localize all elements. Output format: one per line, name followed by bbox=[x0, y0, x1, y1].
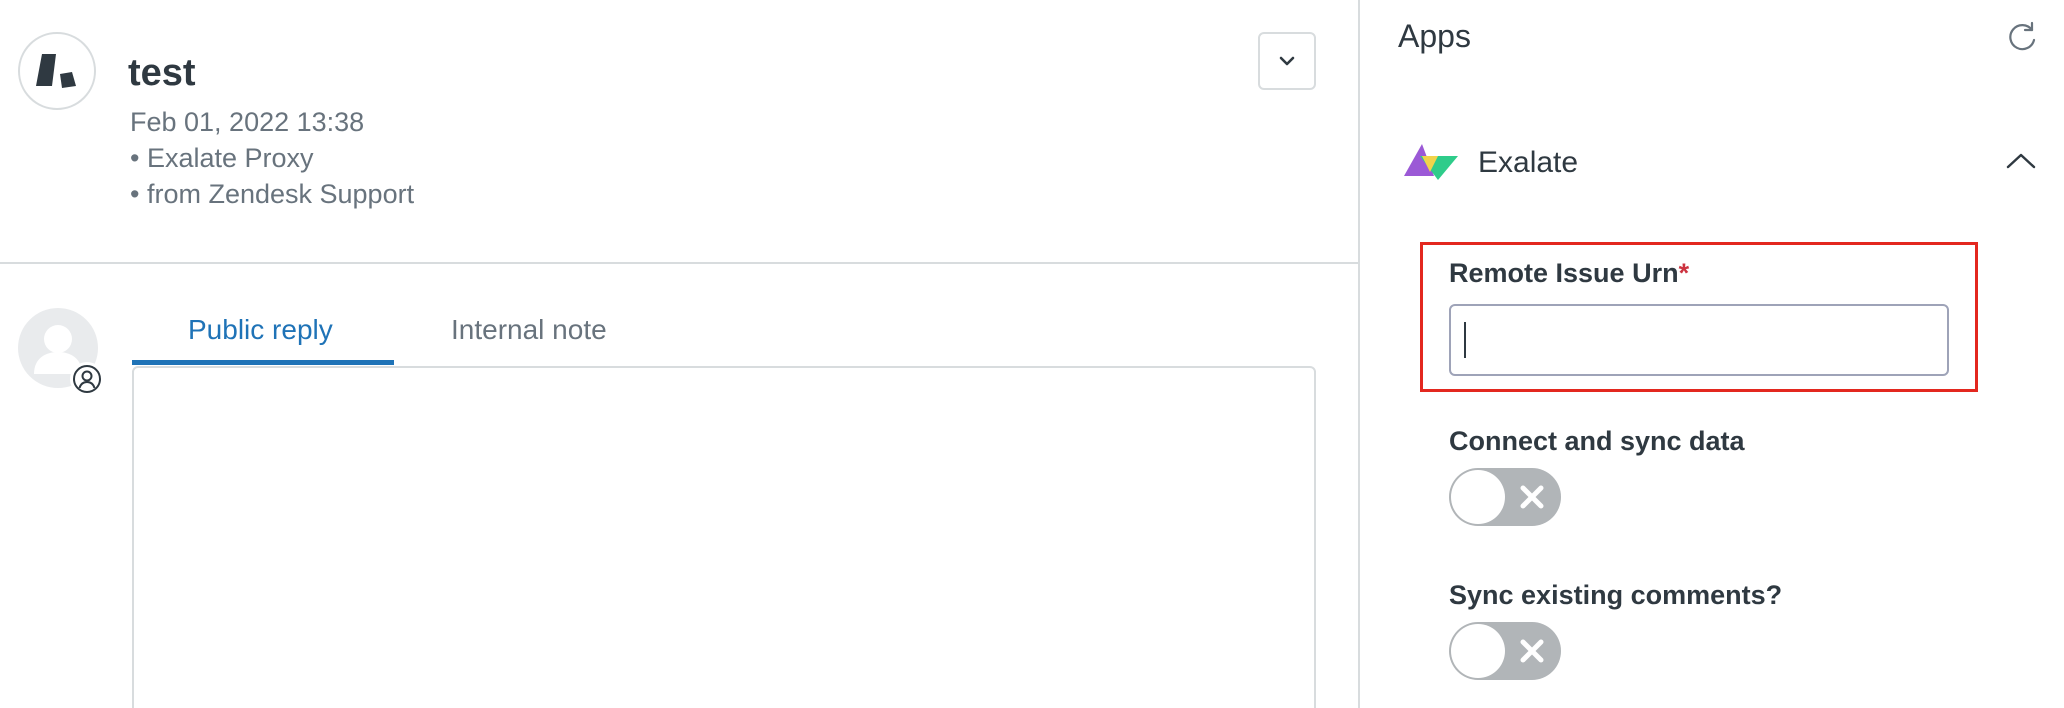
ticket-via: • Exalate Proxy bbox=[130, 143, 314, 173]
ticket-title: test bbox=[128, 52, 196, 94]
ticket-options-button[interactable] bbox=[1258, 32, 1316, 90]
exalate-logo-icon bbox=[1404, 144, 1458, 180]
reply-editor[interactable] bbox=[132, 366, 1316, 708]
ticket-date: Feb 01, 2022 13:38 bbox=[130, 107, 365, 137]
ticket-pane: test Feb 01, 2022 13:38 • Exalate Proxy … bbox=[0, 0, 1358, 708]
remote-issue-urn-label-text: Remote Issue Urn bbox=[1449, 258, 1679, 288]
required-indicator: * bbox=[1678, 258, 1690, 288]
refresh-icon[interactable] bbox=[2004, 20, 2040, 56]
x-icon bbox=[1520, 485, 1544, 509]
connect-sync-label: Connect and sync data bbox=[1449, 426, 1745, 456]
toggle-knob bbox=[1451, 624, 1505, 678]
active-tab-indicator bbox=[132, 360, 394, 365]
brand-avatar bbox=[18, 32, 96, 110]
toggle-knob bbox=[1451, 470, 1505, 524]
user-circle-icon bbox=[73, 365, 101, 393]
chevron-down-icon bbox=[1279, 56, 1295, 66]
text-caret bbox=[1464, 322, 1466, 358]
user-badge bbox=[70, 362, 104, 396]
remote-issue-urn-input[interactable] bbox=[1449, 304, 1949, 376]
tab-public-reply[interactable]: Public reply bbox=[188, 310, 333, 350]
ticket-meta: Feb 01, 2022 13:38 • Exalate Proxy • fro… bbox=[130, 104, 414, 212]
sync-comments-toggle[interactable] bbox=[1449, 622, 1561, 680]
tab-internal-note[interactable]: Internal note bbox=[451, 310, 607, 350]
sync-comments-label: Sync existing comments? bbox=[1449, 580, 1783, 610]
app-name: Exalate bbox=[1478, 146, 1579, 179]
ticket-source: • from Zendesk Support bbox=[130, 179, 415, 209]
ticket-screen: test Feb 01, 2022 13:38 • Exalate Proxy … bbox=[0, 0, 2064, 708]
pane-divider bbox=[1358, 0, 1360, 708]
zendesk-logo-icon bbox=[36, 54, 76, 88]
header-divider bbox=[0, 262, 1358, 264]
remote-issue-urn-label: Remote Issue Urn* bbox=[1449, 256, 1689, 290]
x-icon bbox=[1520, 639, 1544, 663]
apps-title: Apps bbox=[1398, 18, 1471, 54]
chevron-up-icon[interactable] bbox=[2004, 150, 2038, 172]
connect-sync-toggle[interactable] bbox=[1449, 468, 1561, 526]
